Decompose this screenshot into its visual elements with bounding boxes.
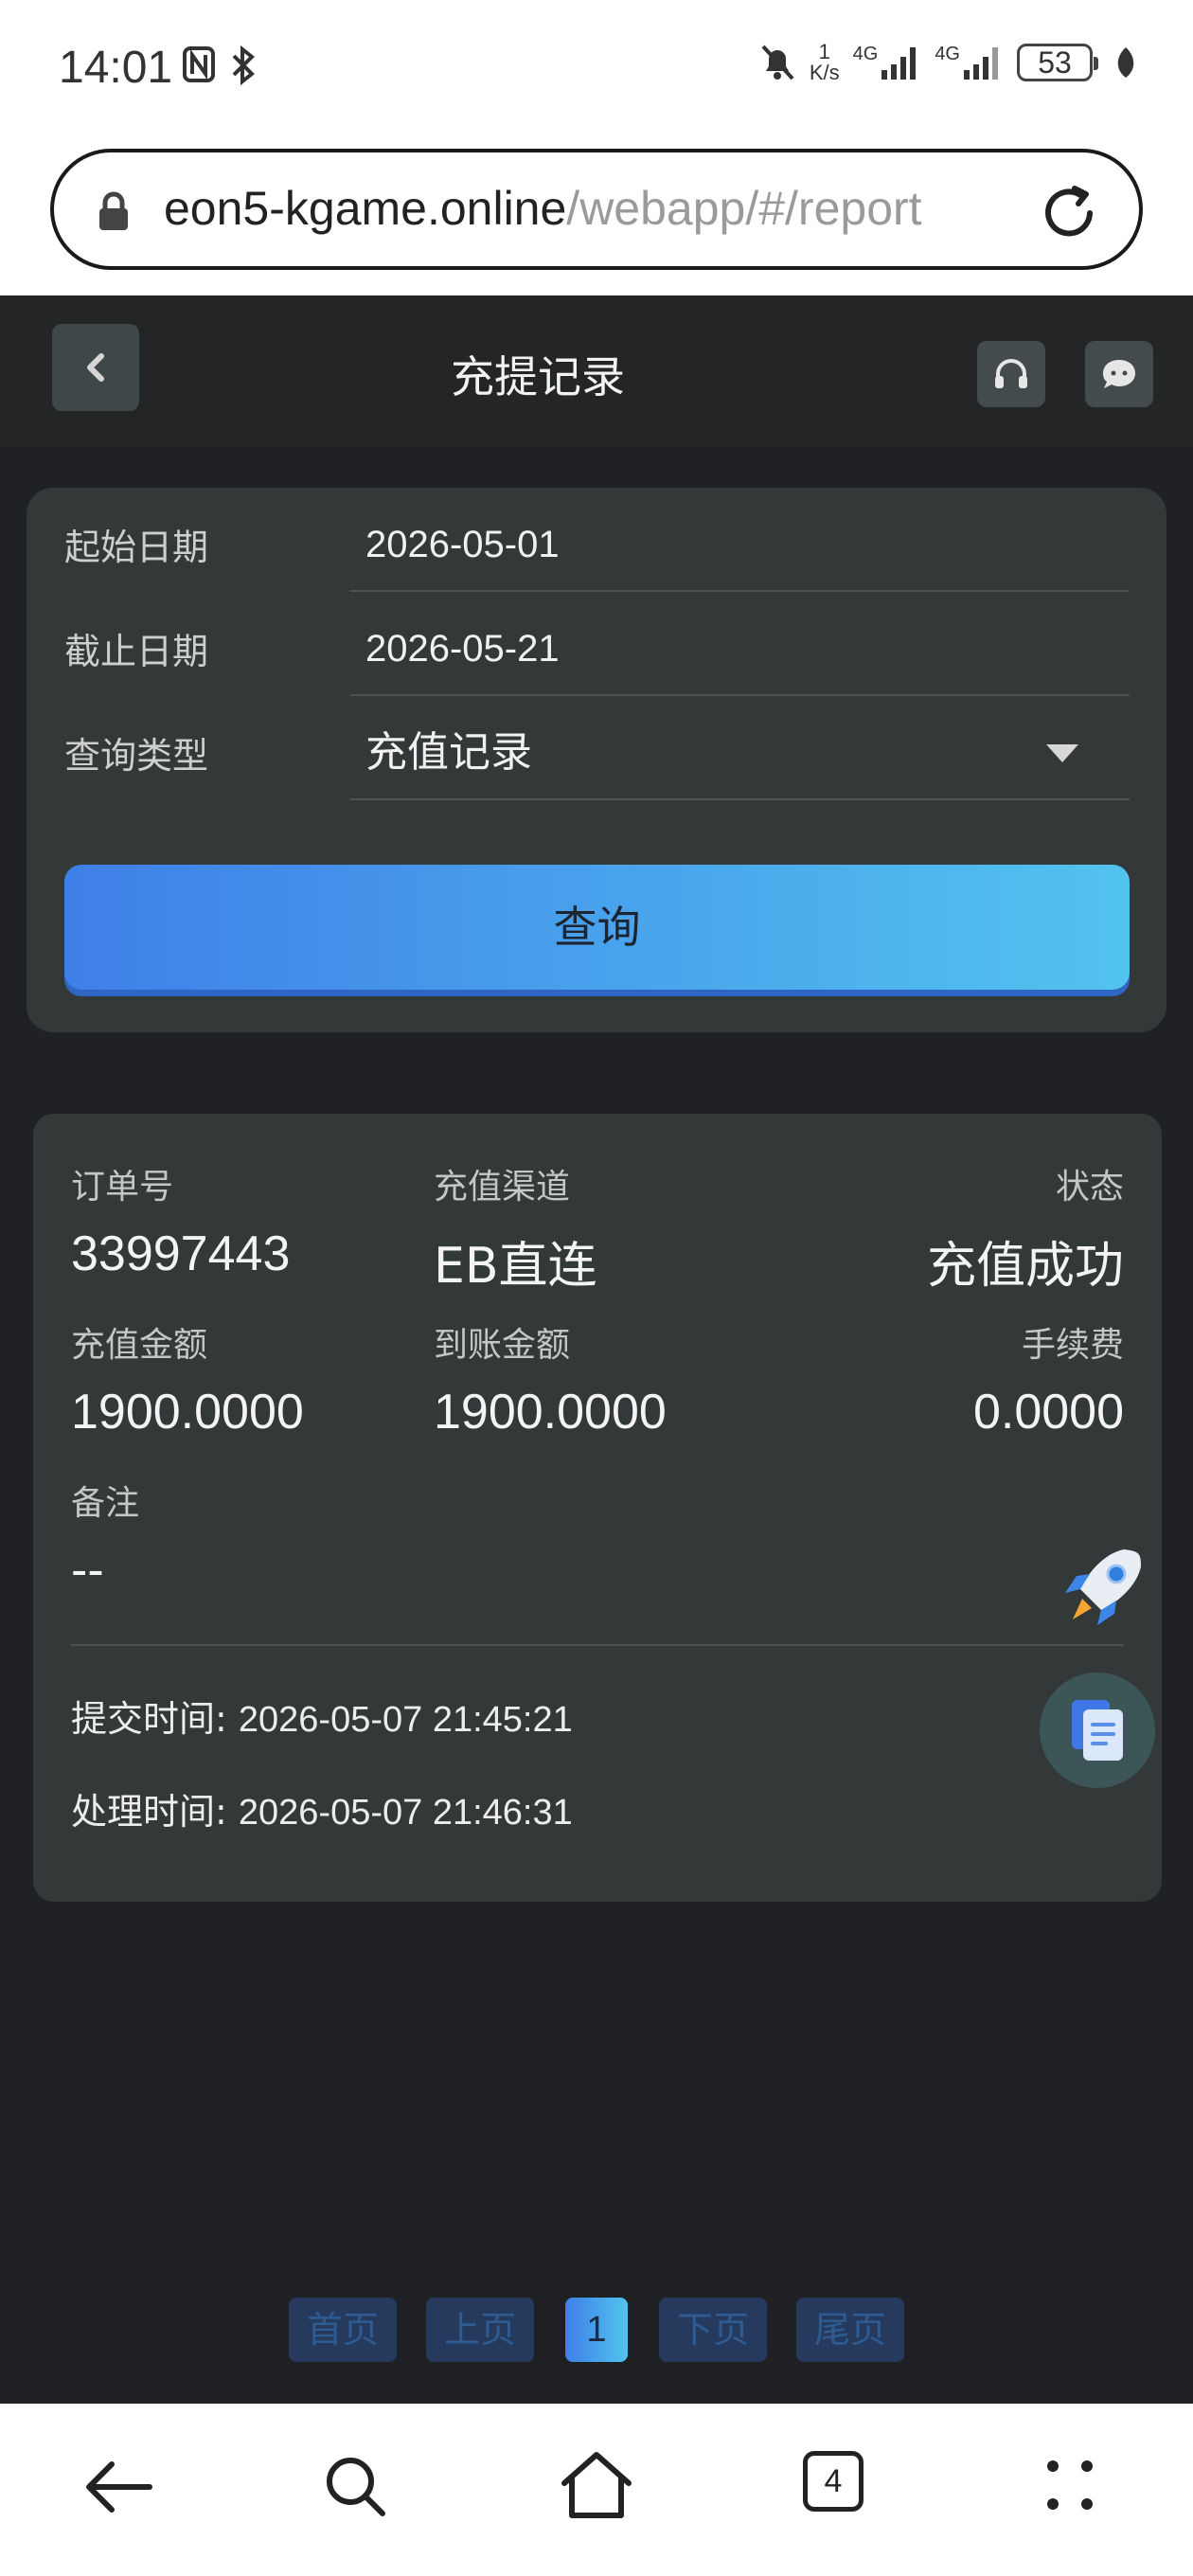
chat-icon [1103,360,1135,388]
page-title: 充提记录 [451,351,625,402]
browser-toolbar: eon5-kgame.online/webapp/#/report [0,137,1193,295]
credited-value: 1900.0000 [434,1385,667,1440]
chat-button[interactable] [1085,341,1153,407]
record-card: 订单号 充值渠道 状态 33997443 EB直连 充值成功 充值金额 到账金额… [33,1114,1162,1902]
start-date-label: 起始日期 [64,527,209,568]
pagination: 首页 上页 1 下页 尾页 [0,2245,1193,2404]
reload-icon[interactable] [1039,183,1099,243]
bluetooth-icon [232,45,255,85]
status-left-icons [182,45,258,85]
lock-icon [99,191,128,230]
app-header: 充提记录 [0,295,1193,447]
start-date-row: 起始日期 2026-05-01 [64,488,1130,592]
next-page-button[interactable]: 下页 [659,2298,767,2362]
fee-value: 0.0000 [972,1385,1124,1440]
process-time-label: 处理时间: [71,1791,239,1833]
home-icon[interactable] [559,2449,634,2521]
order-value: 33997443 [71,1226,291,1281]
customer-service-button[interactable] [977,341,1045,407]
status-bar: 14:01 1 K/s 4G 4G 53 [0,0,1193,137]
floating-document-button[interactable] [1040,1673,1155,1788]
query-type-label: 查询类型 [64,735,209,777]
process-time: 处理时间: 2026-05-07 21:46:31 [71,1782,573,1834]
channel-value: EB直连 [434,1238,597,1295]
signal-2-label: 4G [935,44,960,64]
battery-indicator: 53 [1017,44,1098,81]
submit-time: 提交时间: 2026-05-07 21:45:21 [71,1690,573,1742]
url-text[interactable]: eon5-kgame.online/webapp/#/report [164,181,922,236]
system-nav-bar: 4 [0,2404,1193,2576]
url-bar[interactable]: eon5-kgame.online/webapp/#/report [50,149,1143,270]
fee-label: 手续费 [1021,1326,1124,1365]
rocket-icon[interactable] [1056,1544,1147,1635]
net-speed: 1 K/s [810,42,840,83]
signal-2: 4G [935,44,1004,81]
signal-1: 4G [853,44,922,81]
net-speed-unit: K/s [809,61,840,84]
divider [71,1644,1124,1646]
query-type-select[interactable]: 充值记录 [350,696,1130,800]
more-menu-icon[interactable] [1043,2457,1096,2513]
headset-icon [995,359,1027,388]
current-page-button[interactable]: 1 [565,2298,628,2362]
process-time-value: 2026-05-07 21:46:31 [238,1793,573,1833]
status-value: 充值成功 [926,1238,1124,1295]
start-date-input[interactable]: 2026-05-01 [350,488,1130,592]
tabs-button[interactable]: 4 [803,2451,864,2512]
prev-page-button[interactable]: 上页 [426,2298,534,2362]
submit-time-label: 提交时间: [71,1698,239,1740]
submit-time-value: 2026-05-07 21:45:21 [238,1700,573,1740]
mute-bell-icon [761,45,794,80]
end-date-label: 截止日期 [64,631,209,672]
document-icon [1072,1700,1123,1761]
leaf-icon [1117,47,1134,78]
net-speed-value: 1 [818,40,830,63]
status-right-icons: 1 K/s 4G 4G 53 [758,42,1138,83]
status-label: 状态 [1055,1168,1124,1207]
search-icon[interactable] [322,2453,390,2521]
url-path: /webapp/#/report [566,182,922,235]
first-page-button[interactable]: 首页 [289,2298,397,2362]
status-time: 14:01 [59,43,173,93]
query-type-row: 查询类型 充值记录 [64,696,1130,800]
amount-value: 1900.0000 [71,1385,304,1440]
amount-label: 充值金额 [71,1326,208,1365]
credited-label: 到账金额 [434,1326,571,1365]
url-host: eon5-kgame.online [164,182,567,235]
tabs-count: 4 [803,2451,864,2512]
channel-label: 充值渠道 [434,1168,571,1207]
order-label: 订单号 [71,1168,174,1207]
signal-1-label: 4G [852,44,879,64]
end-date-input[interactable]: 2026-05-21 [350,592,1130,696]
signal-bars-icon [881,47,917,80]
nfc-icon [183,46,215,82]
remark-value: -- [71,1543,104,1598]
back-arrow-icon[interactable] [83,2457,155,2517]
end-date-row: 截止日期 2026-05-21 [64,592,1130,696]
filter-card: 起始日期 2026-05-01 截止日期 2026-05-21 查询类型 充值记… [27,488,1166,1032]
caret-down-icon[interactable] [1044,742,1080,764]
last-page-button[interactable]: 尾页 [796,2298,904,2362]
query-button[interactable]: 查询 [64,865,1130,990]
signal-bars-icon [964,47,998,80]
remark-label: 备注 [71,1484,140,1523]
